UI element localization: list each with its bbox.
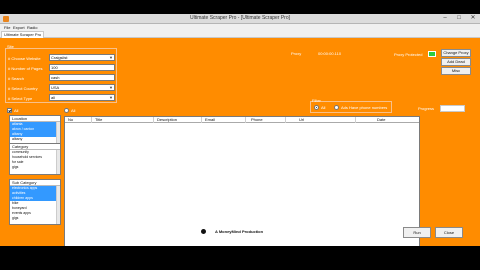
column-separator (91, 117, 92, 123)
scrollbar[interactable] (56, 186, 60, 224)
column-url[interactable]: Url (299, 117, 304, 123)
title-bar: Ultimate Scraper Pro - [Ultimate Scraper… (0, 14, 480, 24)
pages-input[interactable]: 100 (49, 64, 115, 71)
grid-all-radio[interactable] (64, 108, 69, 113)
column-separator (285, 117, 286, 123)
minimize-button[interactable]: – (438, 14, 452, 23)
proxy-value: 00:00:00.110 (318, 51, 342, 56)
all-locations-checkbox[interactable] (7, 108, 12, 113)
list-item[interactable]: gigs (10, 216, 60, 221)
progress-bar (440, 105, 465, 112)
column-description[interactable]: Description (157, 117, 177, 123)
search-input[interactable]: cash (49, 74, 115, 81)
menu-export[interactable]: Export (13, 24, 25, 31)
misc-button[interactable]: Misc (441, 67, 471, 75)
sub-category-list[interactable]: Sub Category electronics apps activities… (9, 179, 61, 225)
tab-strip: Ultimate Scraper Pro (0, 31, 480, 38)
country-label: # Select Country (8, 86, 38, 91)
progress-label: Progress (418, 106, 435, 111)
scrollbar[interactable] (56, 150, 60, 174)
chevron-down-icon: ▼ (109, 95, 113, 100)
filter-all-radio[interactable] (314, 105, 319, 110)
filter-all-label: All (321, 105, 326, 110)
tab-main[interactable]: Ultimate Scraper Pro (1, 31, 45, 38)
type-label: # Select Type (8, 96, 33, 101)
column-phone[interactable]: Phone (251, 117, 263, 123)
website-select[interactable]: Craigslist ▼ (49, 54, 115, 61)
grid-header: No Title Description Email Phone Url Dat… (65, 117, 419, 123)
filter-label: Filter (312, 98, 321, 103)
screen: Ultimate Scraper Pro - [Ultimate Scraper… (0, 0, 480, 270)
column-separator (201, 117, 202, 123)
proxy-status-indicator (428, 51, 436, 57)
logo-icon (201, 229, 206, 234)
list-item[interactable]: albany (10, 137, 60, 142)
menu-bar: File Export Radio (0, 24, 480, 31)
workspace: Site # Choose Website Craigslist ▼ # Numb… (0, 38, 480, 252)
column-separator (245, 117, 246, 123)
category-list[interactable]: Category community household services fo… (9, 143, 61, 175)
column-date[interactable]: Date (377, 117, 385, 123)
column-email[interactable]: Email (205, 117, 215, 123)
all-locations-label: All (14, 108, 19, 113)
column-no[interactable]: No (68, 117, 73, 123)
chevron-down-icon: ▼ (109, 85, 113, 90)
search-label: # Search (8, 76, 25, 81)
filter-phone-label: Ads Have phone numbers (341, 105, 388, 110)
proxy-label: Proxy (291, 51, 302, 56)
credit-text: A MoneyMind Production (215, 229, 264, 234)
add-dead-button[interactable]: Add Dead (441, 58, 471, 66)
menu-file[interactable]: File (4, 24, 10, 31)
column-separator (355, 117, 356, 123)
maximize-button[interactable]: □ (452, 14, 466, 23)
grid-all-label: All (71, 108, 76, 113)
site-group-label: Site (7, 44, 14, 49)
run-button[interactable]: Run (403, 227, 431, 238)
column-title[interactable]: Title (95, 117, 102, 123)
taskbar (0, 246, 480, 256)
pages-label: # Number of Pages (8, 66, 43, 71)
proxy-protected-label: Proxy Protected (394, 52, 423, 57)
country-select[interactable]: USA ▼ (49, 84, 115, 91)
close-button[interactable]: Close (435, 227, 463, 238)
website-label: # Choose Website (8, 56, 41, 61)
close-window-button[interactable]: ✕ (466, 14, 480, 23)
change-proxy-button[interactable]: Change Proxy (441, 49, 471, 57)
type-select[interactable]: all ▼ (49, 94, 115, 101)
window-title: Ultimate Scraper Pro - [Ultimate Scraper… (189, 15, 291, 21)
menu-radio[interactable]: Radio (27, 24, 37, 31)
chevron-down-icon: ▼ (109, 55, 113, 60)
column-separator (153, 117, 154, 123)
filter-phone-radio[interactable] (334, 105, 339, 110)
list-item[interactable]: gigs (10, 165, 60, 170)
